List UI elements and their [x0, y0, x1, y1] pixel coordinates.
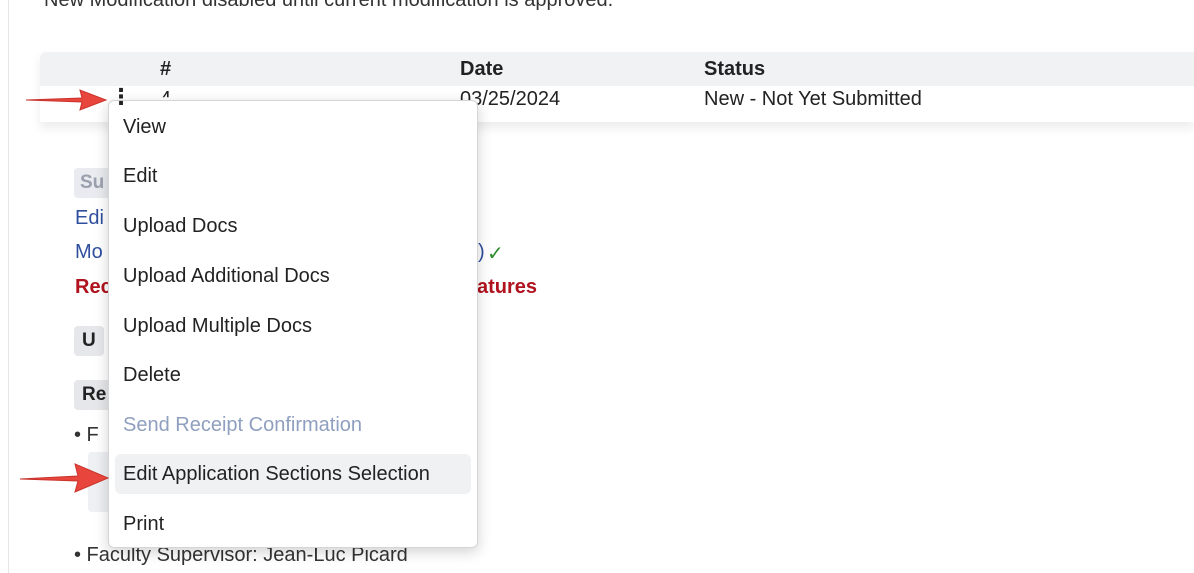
- row-actions-menu: View Edit Upload Docs Upload Additional …: [108, 100, 478, 548]
- bullet-item: • F: [74, 424, 99, 446]
- menu-item-delete[interactable]: Delete: [115, 355, 471, 395]
- row-status: New - Not Yet Submitted: [704, 88, 922, 110]
- kebab-menu-icon[interactable]: ⋮: [110, 86, 132, 112]
- edit-link[interactable]: Edi: [75, 207, 104, 230]
- red-arrow-icon: [18, 462, 110, 494]
- menu-item-send-receipt-confirmation: Send Receipt Confirmation: [123, 414, 363, 436]
- submit-chip: Su: [74, 168, 111, 198]
- menu-item-view[interactable]: View: [115, 107, 471, 147]
- check-icon: ✓: [487, 243, 504, 265]
- column-header-status: Status: [704, 58, 766, 80]
- modification-notice: New Modification disabled until current …: [44, 0, 614, 11]
- menu-item-edit[interactable]: Edit: [115, 156, 471, 196]
- menu-item-upload-multiple-docs[interactable]: Upload Multiple Docs: [115, 306, 471, 346]
- menu-item-edit-application-sections-selection[interactable]: Edit Application Sections Selection: [115, 454, 471, 494]
- table-header: # Date Status: [40, 52, 1194, 86]
- menu-item-print[interactable]: Print: [115, 504, 471, 544]
- menu-item-upload-additional-docs[interactable]: Upload Additional Docs: [115, 256, 471, 296]
- required-signatures-text: Rec: [75, 276, 112, 298]
- menu-item-upload-docs[interactable]: Upload Docs: [115, 206, 471, 246]
- modification-link[interactable]: Mo: [75, 241, 103, 264]
- required-signatures-suffix: atures: [477, 276, 538, 298]
- column-header-number: #: [160, 58, 172, 80]
- upload-chip: U: [74, 326, 104, 356]
- page-divider: [8, 0, 9, 573]
- column-header-date: Date: [460, 58, 504, 80]
- red-arrow-icon: [24, 88, 108, 112]
- modification-link-suffix: ): [478, 241, 485, 263]
